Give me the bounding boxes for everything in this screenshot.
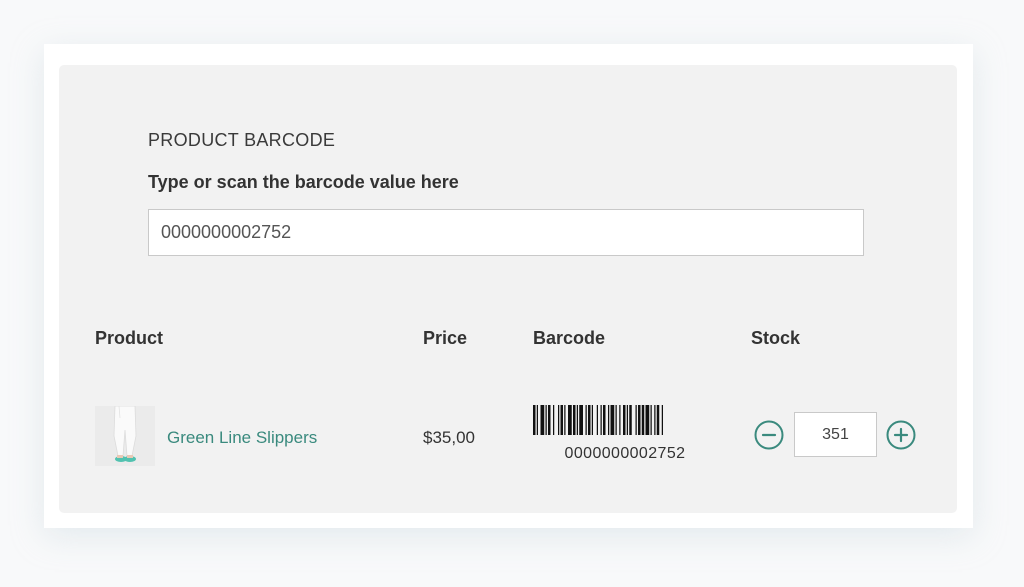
column-header-price: Price (423, 328, 468, 348)
barcode-bar (585, 405, 587, 435)
product-thumbnail[interactable] (95, 406, 155, 466)
barcode-bar (608, 405, 610, 435)
barcode-bar (638, 405, 641, 435)
increase-stock-button[interactable] (886, 420, 916, 450)
barcode-bar (573, 405, 576, 435)
barcode-bar (645, 405, 650, 435)
barcode-field-label: Type or scan the barcode value here (148, 172, 459, 192)
barcode-bar (626, 405, 628, 435)
barcode-bar (591, 405, 593, 435)
barcode-bar (536, 405, 538, 435)
barcode-bar (650, 405, 652, 435)
barcode-bar (603, 405, 606, 435)
barcode-bar (610, 405, 615, 435)
column-header-product: Product (95, 328, 164, 348)
barcode-bar (560, 405, 563, 435)
barcode-bar (654, 405, 656, 435)
barcode-bar (576, 405, 578, 435)
product-image (95, 406, 155, 466)
barcode-bar (629, 405, 632, 435)
barcode-bar (619, 405, 621, 435)
product-price: $35,00 (423, 428, 475, 447)
barcode-bar (545, 405, 547, 435)
product-name-link[interactable]: Green Line Slippers (167, 428, 317, 448)
barcode-bar (600, 405, 602, 435)
section-title: PRODUCT BARCODE (148, 130, 336, 150)
barcode-bar (553, 405, 555, 435)
barcode-bar (656, 405, 660, 435)
barcode-graphic (533, 405, 663, 435)
barcode-bar (579, 405, 583, 435)
barcode-bar (540, 405, 545, 435)
barcode-bar (596, 405, 598, 435)
barcode-bar (564, 405, 566, 435)
barcode-bar (635, 405, 637, 435)
barcode-bar (615, 405, 617, 435)
barcode-panel: PRODUCT BARCODE Type or scan the barcode… (59, 65, 957, 513)
barcode-bar (588, 405, 591, 435)
decrease-stock-button[interactable] (754, 420, 784, 450)
barcode-input[interactable] (148, 209, 864, 256)
stock-quantity-input[interactable] (794, 412, 877, 457)
barcode-bar (533, 405, 536, 435)
column-header-stock: Stock (751, 328, 801, 348)
minus-circle-icon (754, 420, 784, 450)
barcode-card: PRODUCT BARCODE Type or scan the barcode… (44, 44, 973, 528)
barcode-bar (641, 405, 645, 435)
plus-circle-icon (886, 420, 916, 450)
column-header-barcode: Barcode (533, 328, 606, 348)
barcode-bar (548, 405, 551, 435)
barcode-bar (558, 405, 560, 435)
barcode-number: 0000000002752 (564, 445, 686, 462)
barcode-bar (661, 405, 663, 435)
table-row: Green Line Slippers $35,00 0000000002752 (59, 405, 957, 469)
barcode-bar (623, 405, 626, 435)
barcode-bar (568, 405, 572, 435)
